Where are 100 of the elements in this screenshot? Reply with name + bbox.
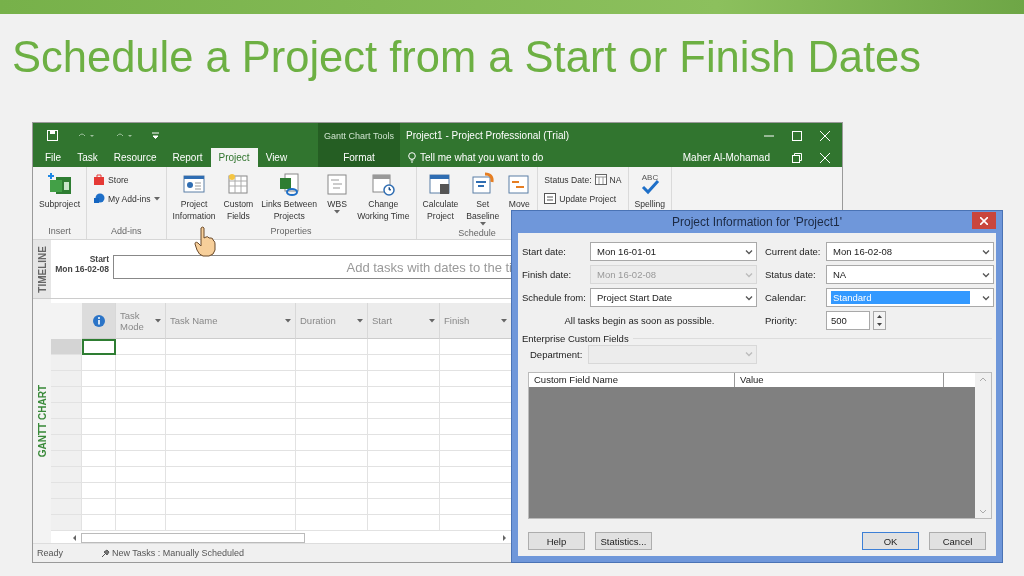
table-cell[interactable] (166, 419, 296, 435)
ribbon-tab[interactable]: File (37, 148, 70, 167)
row-header[interactable] (51, 467, 82, 483)
table-cell[interactable] (82, 467, 116, 483)
table-cell[interactable] (296, 371, 368, 387)
ribbon-button[interactable]: Links Between Projects (258, 170, 321, 224)
table-cell[interactable] (166, 403, 296, 419)
ribbon-button[interactable]: Update Project (541, 191, 625, 206)
dialog-button[interactable]: Statistics... (595, 532, 652, 550)
dropdown-field[interactable]: Project Start Date (590, 288, 757, 307)
row-header[interactable] (51, 419, 82, 435)
table-cell[interactable] (116, 435, 166, 451)
close-button[interactable] (972, 212, 996, 229)
table-cell[interactable] (82, 403, 116, 419)
ribbon-tab[interactable]: Format (318, 148, 400, 167)
ribbon-tab[interactable]: Project (210, 148, 258, 167)
ribbon-button[interactable]: WBS (322, 170, 353, 216)
table-cell[interactable] (166, 371, 296, 387)
table-cell[interactable] (116, 355, 166, 371)
table-cell[interactable] (296, 467, 368, 483)
table-cell[interactable] (116, 403, 166, 419)
table-cell[interactable] (82, 499, 116, 515)
ribbon-tab[interactable]: Resource (105, 148, 165, 167)
table-cell[interactable] (296, 339, 368, 355)
status-date-value[interactable]: NA (609, 174, 622, 185)
table-cell[interactable] (166, 467, 296, 483)
table-cell[interactable] (296, 435, 368, 451)
row-header[interactable] (51, 515, 82, 531)
ribbon-button[interactable]: Store (90, 172, 163, 187)
ribbon-button[interactable]: Set Baseline (463, 170, 503, 228)
table-cell[interactable] (82, 515, 116, 531)
row-header[interactable] (51, 403, 82, 419)
dropdown-field[interactable]: Mon 16-01-01 (590, 242, 757, 261)
scrollbar-thumb[interactable] (81, 533, 305, 543)
row-header[interactable] (51, 435, 82, 451)
indicators-header[interactable] (82, 303, 116, 339)
table-cell[interactable] (368, 499, 440, 515)
new-tasks-mode[interactable]: New Tasks : Manually Scheduled (112, 548, 244, 558)
table-cell[interactable] (296, 499, 368, 515)
table-cell[interactable] (116, 467, 166, 483)
user-name[interactable]: Maher Al-Mohamad (682, 152, 770, 163)
ribbon-tab[interactable]: Task (69, 148, 106, 167)
ribbon-tab[interactable]: View (257, 148, 296, 167)
row-header[interactable] (51, 499, 82, 515)
table-cell[interactable] (368, 467, 440, 483)
table-cell[interactable] (368, 339, 440, 355)
dialog-button[interactable]: Help (528, 532, 585, 550)
table-cell[interactable] (368, 387, 440, 403)
table-cell[interactable] (368, 483, 440, 499)
table-cell[interactable] (166, 355, 296, 371)
dropdown-field[interactable]: NA (826, 265, 994, 284)
ribbon-button[interactable]: Custom Fields (220, 170, 257, 224)
number-field[interactable]: 500 (826, 311, 870, 330)
table-cell[interactable] (368, 451, 440, 467)
table-cell[interactable] (82, 451, 116, 467)
dialog-button[interactable]: OK (862, 532, 919, 550)
ribbon-button[interactable]: Change Working Time (354, 170, 413, 224)
table-cell[interactable] (116, 483, 166, 499)
ribbon-button[interactable]: My Add-ins (90, 191, 163, 206)
table-cell[interactable] (368, 403, 440, 419)
table-cell[interactable] (82, 483, 116, 499)
row-header[interactable] (51, 371, 82, 387)
table-cell[interactable] (296, 403, 368, 419)
table-cell[interactable] (296, 515, 368, 531)
ribbon-button[interactable]: Project Information (169, 170, 219, 224)
table-cell[interactable] (296, 451, 368, 467)
table-cell[interactable] (296, 355, 368, 371)
dropdown-field[interactable]: Mon 16-02-08 (826, 242, 994, 261)
table-cell[interactable] (116, 451, 166, 467)
table-cell[interactable] (82, 419, 116, 435)
ribbon-tab[interactable]: Report (164, 148, 211, 167)
table-cell[interactable] (82, 387, 116, 403)
table-cell[interactable] (368, 515, 440, 531)
dialog-button[interactable]: Cancel (929, 532, 986, 550)
table-cell[interactable] (368, 371, 440, 387)
ribbon-button[interactable]: Move (504, 170, 535, 212)
table-cell[interactable] (368, 419, 440, 435)
table-cell[interactable] (368, 355, 440, 371)
table-cell[interactable] (116, 499, 166, 515)
table-cell[interactable] (166, 515, 296, 531)
table-cell[interactable] (166, 387, 296, 403)
ribbon-button[interactable]: Calculate Project (419, 170, 462, 224)
table-cell[interactable] (116, 371, 166, 387)
spin-buttons[interactable] (873, 311, 886, 330)
table-cell[interactable] (166, 339, 296, 355)
row-header[interactable] (51, 483, 82, 499)
ribbon-button[interactable]: Subproject (36, 170, 84, 212)
table-cell[interactable] (296, 387, 368, 403)
table-cell[interactable] (296, 419, 368, 435)
tell-me-field[interactable]: Tell me what you want to do (420, 152, 544, 163)
table-cell[interactable] (116, 339, 166, 355)
table-cell[interactable] (166, 483, 296, 499)
table-cell[interactable] (116, 515, 166, 531)
table-cell[interactable] (116, 419, 166, 435)
table-cell[interactable] (82, 355, 116, 371)
row-header[interactable] (51, 451, 82, 467)
table-cell[interactable] (82, 435, 116, 451)
ribbon-button[interactable]: ABC Spelling (631, 170, 669, 212)
table-cell[interactable] (166, 451, 296, 467)
table-cell[interactable] (116, 387, 166, 403)
